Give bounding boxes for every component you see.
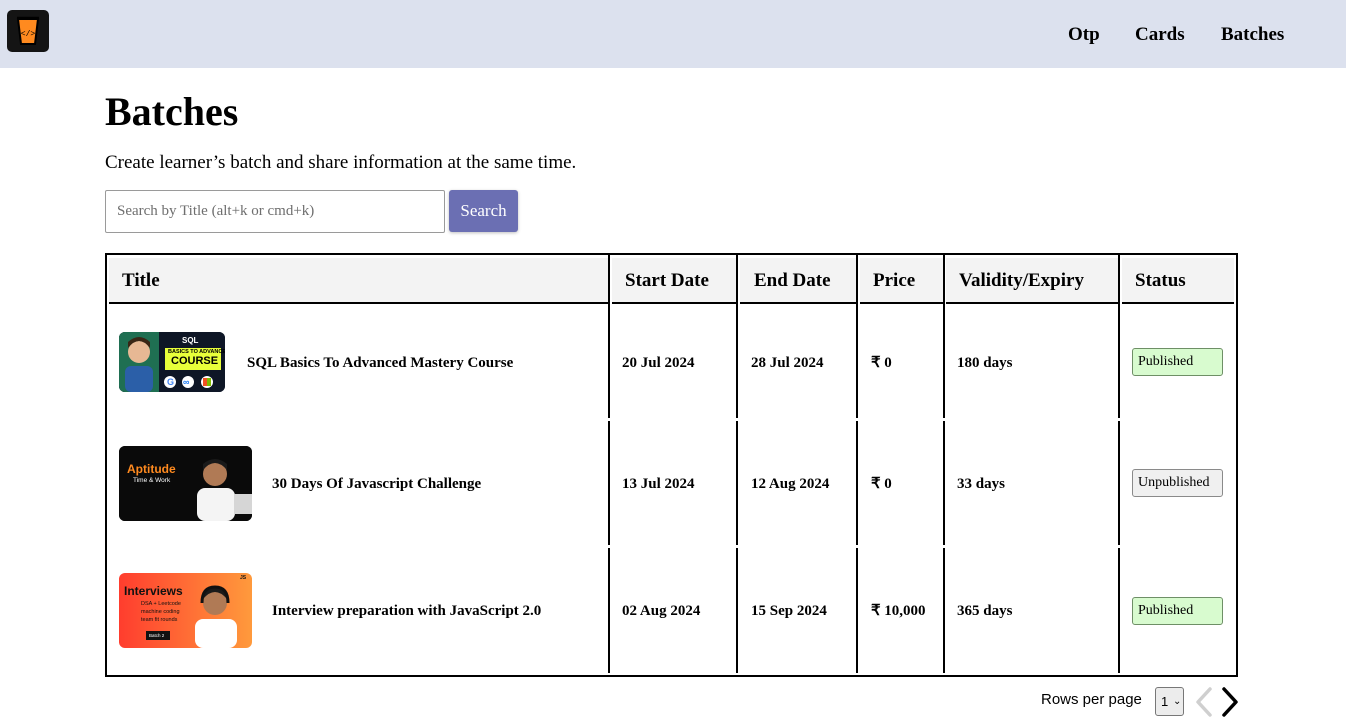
row-gap	[600, 418, 1130, 421]
page-title: Batches	[105, 89, 239, 134]
rows-per-page-value: 1	[1161, 694, 1169, 709]
batch-start-date: 02 Aug 2024	[622, 603, 701, 619]
status-badge[interactable]: Published	[1132, 348, 1223, 376]
column-divider	[736, 255, 738, 673]
svg-text:</>: </>	[21, 30, 36, 39]
batch-title[interactable]: 30 Days Of Javascript Challenge	[272, 475, 481, 493]
nav-otp[interactable]: Otp	[1068, 24, 1100, 46]
thumb-text: SQL	[182, 336, 199, 345]
batch-start-date: 20 Jul 2024	[622, 355, 695, 371]
google-icon: G	[167, 377, 175, 387]
header-validity[interactable]: Validity/Expiry	[959, 270, 1084, 292]
nav-batches[interactable]: Batches	[1221, 24, 1284, 46]
column-divider	[1118, 255, 1120, 673]
top-navbar: </> Otp Cards Batches	[0, 0, 1346, 68]
header-end-date[interactable]: End Date	[754, 270, 831, 292]
chevron-left-icon[interactable]	[1193, 686, 1215, 718]
header-price[interactable]: Price	[873, 270, 915, 292]
thumb-text: Aptitude	[127, 462, 176, 476]
page-subtitle: Create learner’s batch and share informa…	[105, 152, 577, 173]
header-start-date[interactable]: Start Date	[625, 270, 709, 292]
brand-cup-icon[interactable]: </>	[7, 10, 49, 52]
chevron-right-icon[interactable]	[1219, 686, 1241, 718]
column-divider	[943, 255, 945, 673]
row-gap	[600, 545, 1130, 548]
thumb-text: team fit rounds	[141, 617, 178, 623]
status-badge[interactable]: Unpublished	[1132, 469, 1223, 497]
batch-thumbnail[interactable]: Aptitude Time & Work	[119, 446, 252, 521]
header-status[interactable]: Status	[1135, 270, 1186, 292]
nav-cards[interactable]: Cards	[1135, 24, 1185, 46]
batch-end-date: 15 Sep 2024	[751, 603, 827, 619]
batch-title[interactable]: SQL Basics To Advanced Mastery Course	[247, 354, 513, 372]
thumb-text: Batch 2	[149, 633, 165, 638]
batch-thumbnail[interactable]: Interviews DSA + Leetcode machine coding…	[119, 573, 252, 648]
microsoft-icon	[203, 378, 211, 386]
batch-validity: 365 days	[957, 603, 1013, 619]
batch-end-date: 28 Jul 2024	[751, 355, 824, 371]
search-input[interactable]	[105, 190, 445, 233]
header-cell-title	[109, 258, 608, 304]
chevron-down-icon: ⌄	[1173, 696, 1182, 707]
batch-thumbnail[interactable]: SQL BASICS TO ADVANCED COURSE G ∞	[119, 332, 225, 392]
thumb-text: Time & Work	[133, 477, 171, 484]
search-button[interactable]: Search	[449, 190, 518, 232]
batch-start-date: 13 Jul 2024	[622, 476, 695, 492]
batch-price: ₹ 0	[871, 355, 892, 371]
thumb-text: COURSE	[171, 355, 219, 367]
rows-per-page-select[interactable]: 1 ⌄	[1155, 687, 1184, 716]
thumb-text: JS	[240, 575, 247, 581]
thumb-text: machine coding	[141, 609, 180, 615]
column-divider	[608, 255, 610, 673]
column-divider	[856, 255, 858, 673]
meta-icon: ∞	[183, 377, 190, 387]
batch-price: ₹ 10,000	[871, 603, 926, 619]
batch-end-date: 12 Aug 2024	[751, 476, 830, 492]
batch-validity: 33 days	[957, 476, 1005, 492]
header-title[interactable]: Title	[122, 270, 160, 292]
thumb-text: DSA + Leetcode	[141, 601, 181, 607]
thumb-text: Interviews	[124, 584, 183, 598]
batch-title[interactable]: Interview preparation with JavaScript 2.…	[272, 602, 541, 620]
batch-price: ₹ 0	[871, 476, 892, 492]
batch-validity: 180 days	[957, 355, 1013, 371]
status-badge[interactable]: Published	[1132, 597, 1223, 625]
rows-per-page-label: Rows per page	[1041, 691, 1142, 708]
